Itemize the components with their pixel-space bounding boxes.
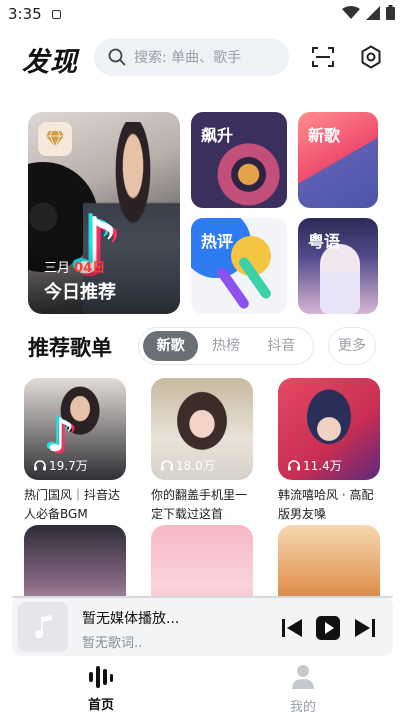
tab-douyin[interactable]: 抖音 bbox=[254, 331, 309, 361]
equalizer-icon bbox=[89, 666, 113, 688]
status-bar: 3:35 bbox=[0, 0, 405, 28]
nav-label: 首页 bbox=[87, 698, 114, 713]
daily-title: 今日推荐 bbox=[44, 282, 116, 303]
now-playing-title: 暂无媒体播放... bbox=[82, 611, 180, 627]
mini-player[interactable]: 暂无媒体播放... 暂无歌词.. bbox=[12, 596, 393, 656]
bottom-nav: 首页 我的 bbox=[0, 660, 405, 720]
tile-cover-image bbox=[320, 244, 360, 314]
tab-hot-chart[interactable]: 热榜 bbox=[198, 331, 253, 361]
gear-icon bbox=[361, 45, 381, 69]
daily-recommend-card[interactable]: ♪ 三月 04日 今日推荐 bbox=[28, 112, 180, 314]
playlist-item[interactable]: 11.4万 韩流嘻哈风 · 高配版男友嗓 bbox=[278, 378, 380, 524]
skip-previous-icon bbox=[282, 619, 302, 637]
play-count: 19.7万 bbox=[34, 457, 88, 474]
previous-button[interactable] bbox=[280, 616, 304, 640]
playlist-name: 热门国风｜抖音达人必备BGM bbox=[24, 488, 121, 521]
status-icons bbox=[342, 5, 395, 20]
tile-label: 热评 bbox=[201, 232, 234, 251]
next-button[interactable] bbox=[353, 616, 377, 640]
search-placeholder: 搜索: 单曲、歌手 bbox=[134, 50, 242, 66]
nav-item-home[interactable]: 首页 bbox=[61, 664, 141, 713]
playlist-name: 韩流嘻哈风 · 高配版男友嗓 bbox=[278, 488, 374, 521]
page-title: 发现 bbox=[22, 47, 78, 78]
tiktok-logo-icon: ♪ bbox=[46, 408, 76, 462]
wifi-icon bbox=[342, 5, 360, 19]
search-icon bbox=[108, 48, 126, 66]
tile-label: 飙升 bbox=[201, 126, 234, 145]
skip-next-icon bbox=[355, 619, 375, 637]
chart-tile-cantonese[interactable]: 粤语 bbox=[298, 218, 378, 314]
signal-icon bbox=[366, 5, 380, 20]
headphones-icon bbox=[161, 460, 173, 471]
tab-new-songs[interactable]: 新歌 bbox=[143, 331, 199, 361]
album-art bbox=[18, 602, 68, 652]
daily-month: 三月 bbox=[44, 261, 71, 276]
more-button[interactable]: 更多 bbox=[328, 327, 376, 365]
header: 发现 搜索: 单曲、歌手 bbox=[0, 36, 405, 82]
playlist-name: 你的翻盖手机里一定下载过这首 bbox=[151, 488, 248, 521]
play-count: 11.4万 bbox=[288, 457, 342, 474]
playlist-cover: 11.4万 bbox=[278, 378, 380, 480]
daily-day: 04日 bbox=[74, 261, 106, 276]
chart-tile-new[interactable]: 新歌 bbox=[298, 112, 378, 208]
playlist-tabs: 新歌 热榜 抖音 bbox=[138, 327, 314, 365]
play-count: 18.0万 bbox=[161, 457, 215, 474]
playback-progress[interactable] bbox=[12, 596, 393, 598]
tile-label: 粤语 bbox=[308, 232, 341, 251]
settings-button[interactable] bbox=[358, 44, 384, 70]
play-icon bbox=[316, 616, 340, 640]
chart-tile-soaring[interactable]: 飙升 bbox=[191, 112, 287, 208]
play-button[interactable] bbox=[316, 616, 340, 640]
headphones-icon bbox=[288, 460, 300, 471]
notification-icon bbox=[51, 9, 61, 19]
playlist-item[interactable]: 18.0万 你的翻盖手机里一定下载过这首 bbox=[151, 378, 253, 524]
user-icon bbox=[292, 665, 314, 689]
diamond-badge-icon bbox=[38, 122, 72, 156]
playlist-cover: 18.0万 bbox=[151, 378, 253, 480]
now-playing-lyrics: 暂无歌词.. bbox=[82, 636, 143, 651]
status-time: 3:35 bbox=[8, 5, 42, 23]
nav-item-mine[interactable]: 我的 bbox=[263, 664, 343, 715]
search-input[interactable]: 搜索: 单曲、歌手 bbox=[94, 38, 289, 76]
section-title: 推荐歌单 bbox=[28, 336, 112, 360]
scan-icon bbox=[312, 47, 334, 67]
playlist-cover: ♪ 19.7万 bbox=[24, 378, 126, 480]
music-note-icon bbox=[35, 615, 52, 638]
nav-label: 我的 bbox=[289, 700, 316, 715]
scan-button[interactable] bbox=[310, 44, 336, 70]
playlist-item[interactable]: ♪ 19.7万 热门国风｜抖音达人必备BGM bbox=[24, 378, 126, 524]
tile-label: 新歌 bbox=[308, 126, 341, 145]
chart-tile-hot-comments[interactable]: 热评 bbox=[191, 218, 287, 314]
headphones-icon bbox=[34, 460, 46, 471]
daily-date: 三月 04日 bbox=[44, 257, 105, 276]
battery-icon bbox=[386, 5, 395, 20]
